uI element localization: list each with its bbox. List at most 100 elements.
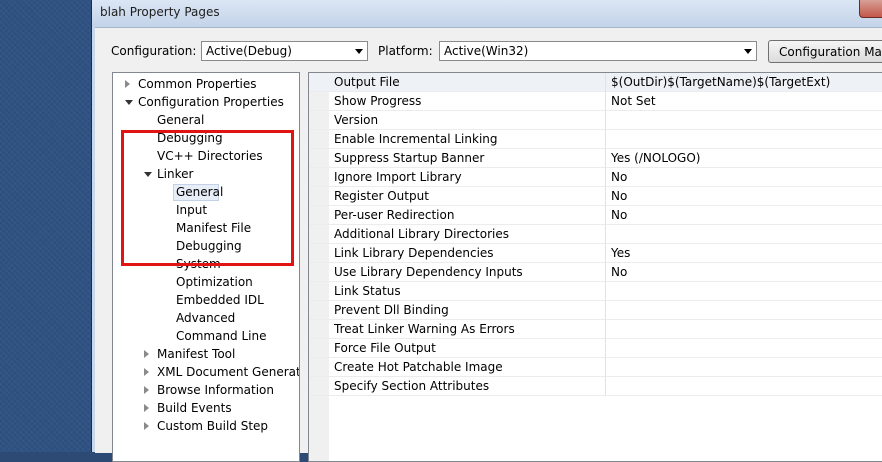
property-name: Show Progress <box>309 92 606 111</box>
property-value[interactable] <box>606 111 882 130</box>
tree-item[interactable]: Input <box>113 201 299 219</box>
property-row[interactable]: Additional Library Directories <box>309 225 882 244</box>
close-button[interactable] <box>859 0 882 18</box>
property-value[interactable] <box>606 377 882 396</box>
property-name: Enable Incremental Linking <box>309 130 606 149</box>
tree-item[interactable]: Linker <box>113 165 299 183</box>
property-value[interactable] <box>606 339 882 358</box>
property-value[interactable]: No <box>606 206 882 225</box>
expand-arrow-icon[interactable] <box>125 80 130 88</box>
expand-arrow-icon[interactable] <box>144 368 149 376</box>
tree-item[interactable]: Common Properties <box>113 75 299 93</box>
tree-item[interactable]: Build Events <box>113 399 299 417</box>
expand-arrow-icon[interactable] <box>144 404 149 412</box>
property-name: Version <box>309 111 606 130</box>
tree-item[interactable]: Manifest File <box>113 219 299 237</box>
platform-label: Platform: <box>378 44 433 58</box>
expand-arrow-icon[interactable] <box>144 386 149 394</box>
tree-item[interactable]: Command Line <box>113 327 299 345</box>
property-value[interactable]: No <box>606 187 882 206</box>
property-row[interactable]: Per-user Redirection No <box>309 206 882 225</box>
property-name: Per-user Redirection <box>309 206 606 225</box>
tree-item-label: Browse Information <box>157 383 274 397</box>
collapse-arrow-icon[interactable] <box>125 100 133 105</box>
configuration-label: Configuration: <box>111 44 197 58</box>
property-row[interactable]: Ignore Import Library No <box>309 168 882 187</box>
property-row[interactable]: Link Library Dependencies Yes <box>309 244 882 263</box>
property-grid[interactable]: Output File $(OutDir)$(TargetName)$(Targe… <box>308 72 882 462</box>
tree-item[interactable]: Optimization <box>113 273 299 291</box>
tree-item[interactable]: System <box>113 255 299 273</box>
property-row[interactable]: Suppress Startup Banner Yes (/NOLOGO) <box>309 149 882 168</box>
property-name: Link Status <box>309 282 606 301</box>
configuration-select[interactable]: Active(Debug) <box>201 41 368 61</box>
tree-item[interactable]: Browse Information <box>113 381 299 399</box>
tree-item[interactable]: Advanced <box>113 309 299 327</box>
property-row[interactable]: Force File Output <box>309 339 882 358</box>
tree-item[interactable]: Custom Build Step <box>113 417 299 435</box>
property-row[interactable]: Specify Section Attributes <box>309 377 882 396</box>
tree-item[interactable]: Debugging <box>113 129 299 147</box>
property-value[interactable]: No <box>606 168 882 187</box>
dialog-body: Configuration: Active(Debug) Platform: A… <box>95 27 882 462</box>
property-name: Force File Output <box>309 339 606 358</box>
tree-item[interactable]: VC++ Directories <box>113 147 299 165</box>
tree-item-label: Manifest Tool <box>157 347 236 361</box>
tree-item-label: Debugging <box>176 239 242 253</box>
property-row[interactable]: Link Status <box>309 282 882 301</box>
property-name: Prevent Dll Binding <box>309 301 606 320</box>
property-value[interactable]: Yes <box>606 244 882 263</box>
expand-arrow-icon[interactable] <box>144 422 149 430</box>
platform-select[interactable]: Active(Win32) <box>439 41 757 61</box>
property-row[interactable]: Treat Linker Warning As Errors <box>309 320 882 339</box>
desktop-background <box>0 0 95 452</box>
tree-item-label: System <box>176 257 221 271</box>
tree-item[interactable]: General <box>113 183 299 201</box>
property-value[interactable] <box>606 225 882 244</box>
chevron-down-icon <box>355 49 363 54</box>
collapse-arrow-icon[interactable] <box>144 172 152 177</box>
property-row[interactable]: Output File $(OutDir)$(TargetName)$(Targe… <box>309 73 882 92</box>
tree-item-label: Configuration Properties <box>138 95 284 109</box>
property-row[interactable]: Register Output No <box>309 187 882 206</box>
property-value[interactable] <box>606 320 882 339</box>
chevron-down-icon <box>744 49 752 54</box>
property-value[interactable]: $(OutDir)$(TargetName)$(TargetExt) <box>606 73 882 92</box>
property-name: Use Library Dependency Inputs <box>309 263 606 282</box>
tree-item-label: Input <box>176 203 208 217</box>
expand-arrow-icon[interactable] <box>144 350 149 358</box>
property-value[interactable]: Yes (/NOLOGO) <box>606 149 882 168</box>
tree-item[interactable]: Manifest Tool <box>113 345 299 363</box>
property-name: Register Output <box>309 187 606 206</box>
configuration-manager-button[interactable]: Configuration Mana <box>768 40 882 63</box>
property-value[interactable] <box>606 301 882 320</box>
tree-item[interactable]: Configuration Properties <box>113 93 299 111</box>
category-tree[interactable]: Common Properties Configuration Propertie… <box>112 72 300 462</box>
property-value[interactable]: No <box>606 263 882 282</box>
tree-item-label: Debugging <box>157 131 223 145</box>
tree-item-label: Build Events <box>157 401 232 415</box>
tree-item-label: XML Document Generator <box>157 365 300 379</box>
title-bar[interactable]: blah Property Pages <box>92 0 882 27</box>
property-value[interactable] <box>606 358 882 377</box>
tree-item[interactable]: Embedded IDL <box>113 291 299 309</box>
tree-item-label: Advanced <box>176 311 236 325</box>
property-name: Suppress Startup Banner <box>309 149 606 168</box>
property-row[interactable]: Enable Incremental Linking <box>309 130 882 149</box>
tree-item-label: Optimization <box>176 275 253 289</box>
property-row[interactable]: Version <box>309 111 882 130</box>
tree-item[interactable]: XML Document Generator <box>113 363 299 381</box>
property-row[interactable]: Use Library Dependency Inputs No <box>309 263 882 282</box>
property-row[interactable]: Prevent Dll Binding <box>309 301 882 320</box>
tree-item-label: VC++ Directories <box>157 149 263 163</box>
property-row[interactable]: Show Progress Not Set <box>309 92 882 111</box>
property-name: Output File <box>309 73 606 92</box>
property-row[interactable]: Create Hot Patchable Image <box>309 358 882 377</box>
property-value[interactable]: Not Set <box>606 92 882 111</box>
property-name: Ignore Import Library <box>309 168 606 187</box>
property-value[interactable] <box>606 130 882 149</box>
tree-item-label: General <box>176 185 224 199</box>
tree-item[interactable]: Debugging <box>113 237 299 255</box>
tree-item[interactable]: General <box>113 111 299 129</box>
property-value[interactable] <box>606 282 882 301</box>
